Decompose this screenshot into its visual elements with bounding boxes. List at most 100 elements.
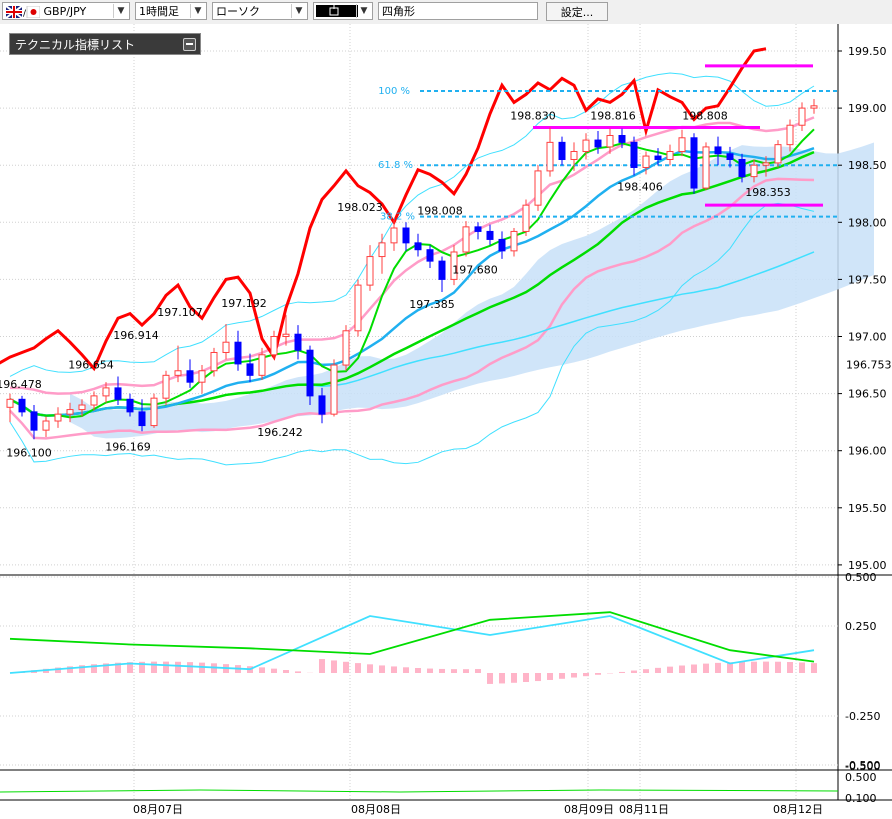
candle-body [750,164,758,178]
date-tick-label: 08月11日 [619,803,669,816]
candle-body [258,354,266,376]
candle-body [246,363,254,376]
timeframe-value: 1時間足 [139,5,179,18]
candle-body [162,374,170,399]
candle-body [582,139,590,152]
price-tick-label: 198.50 [848,159,887,172]
candle-body [618,135,626,143]
histogram-bar [403,667,409,673]
candle-body [366,256,374,286]
histogram-bar [163,661,169,673]
candle-body [570,150,578,160]
histogram-bar [799,662,805,673]
candle-body [738,158,746,178]
histogram-bar [283,669,289,673]
price-tick-label: 199.50 [848,45,887,58]
candle-body [378,242,386,258]
date-tick-label: 08月07日 [133,803,183,816]
histogram-bar [667,666,673,673]
candle-body [702,146,710,189]
candle-body [438,260,446,280]
histogram-bar [703,663,709,673]
settings-button[interactable]: 設定... [546,2,608,21]
fib-level-label: 38.2 % [380,212,415,223]
price-annotation: 196.100 [6,446,52,459]
candle-body [318,395,326,415]
histogram-bar [655,667,661,673]
histogram-bar [319,659,325,673]
histogram-bar [631,670,637,673]
histogram-bar [343,661,349,673]
histogram-bar [535,673,541,682]
candle-body [774,144,782,164]
candle-body [102,387,110,397]
candle-body [606,135,614,148]
candle-body [186,370,194,383]
draw-shape-value: 四角形 [382,5,415,18]
candle-body [150,397,158,427]
candle-body [426,249,434,262]
price-annotation: 196.242 [257,426,303,439]
candle-body [294,333,302,351]
candle-body [474,226,482,232]
collapse-icon[interactable] [183,38,196,51]
price-annotation: 198.023 [337,201,383,214]
histogram-bar [739,661,745,673]
price-annotation: 197.680 [452,264,498,277]
candle-body [678,137,686,152]
currency-pair-select[interactable]: / GBP/JPY ▼ [2,2,130,20]
histogram-bar [775,661,781,673]
candle-body [798,107,806,126]
candle-body [810,105,818,109]
draw-color-select[interactable]: ▼ [313,2,373,20]
histogram-bar [439,668,445,673]
price-chart[interactable]: 100 % 61.8 % 38.2 % 196.478 196.100 196.654 1… [0,24,892,819]
candle-body [486,230,494,240]
sub-indicator-line [0,789,839,793]
chevron-down-icon: ▼ [356,4,371,18]
candle-body [114,387,122,400]
price-axis: 199.50 199.00 198.50 198.00 197.50 197.00 196.… [838,45,892,572]
chevron-down-icon: ▼ [190,4,205,18]
price-annotation: 198.808 [682,110,728,123]
candle-body [666,150,674,160]
price-annotation: 196.654 [68,358,114,371]
histogram-bar [787,662,793,673]
candle-body [270,336,278,356]
price-tick-label: 196.00 [848,445,887,458]
candle-body [234,341,242,365]
histogram-bar [619,671,625,673]
histogram-bar [571,673,577,678]
price-tick-label: 199.00 [848,102,887,115]
histogram-bar [391,666,397,673]
draw-shape-field[interactable]: 四角形 [378,2,538,20]
candle-body [78,404,86,411]
chevron-down-icon: ▼ [291,4,306,18]
price-annotation: 197.385 [409,298,455,311]
price-tick-label: 197.50 [848,273,887,286]
price-annotation: 198.816 [590,110,636,123]
histogram-bar [151,661,157,673]
date-tick-label: 08月12日 [773,803,823,816]
toolbar: / GBP/JPY ▼ 1時間足 ▼ ローソク ▼ ▼ 四角形 設定... [0,0,892,24]
histogram-bar [583,673,589,677]
technical-indicator-list[interactable]: テクニカル指標リスト [9,33,201,55]
candle-body [354,284,362,332]
candle-body [714,146,722,155]
histogram-bar [271,668,277,673]
oscillator-tick-label: -0.250 [845,710,880,723]
chevron-down-icon: ▼ [113,4,128,18]
timeframe-select[interactable]: 1時間足 ▼ [135,2,207,20]
candle-body [522,204,530,232]
gbp-jpy-flag-icon: / [6,6,40,18]
chart-style-select[interactable]: ローソク ▼ [212,2,308,20]
currency-pair-value: GBP/JPY [43,5,87,18]
price-tick-label: 197.00 [848,331,887,344]
histogram-bar [175,661,181,673]
histogram-bar [427,668,433,673]
histogram-bar [595,673,601,675]
price-annotation: 196.478 [0,378,42,391]
price-annotation: 198.406 [617,180,663,193]
candle-body [330,364,338,415]
price-tick-label: 195.00 [848,559,887,572]
